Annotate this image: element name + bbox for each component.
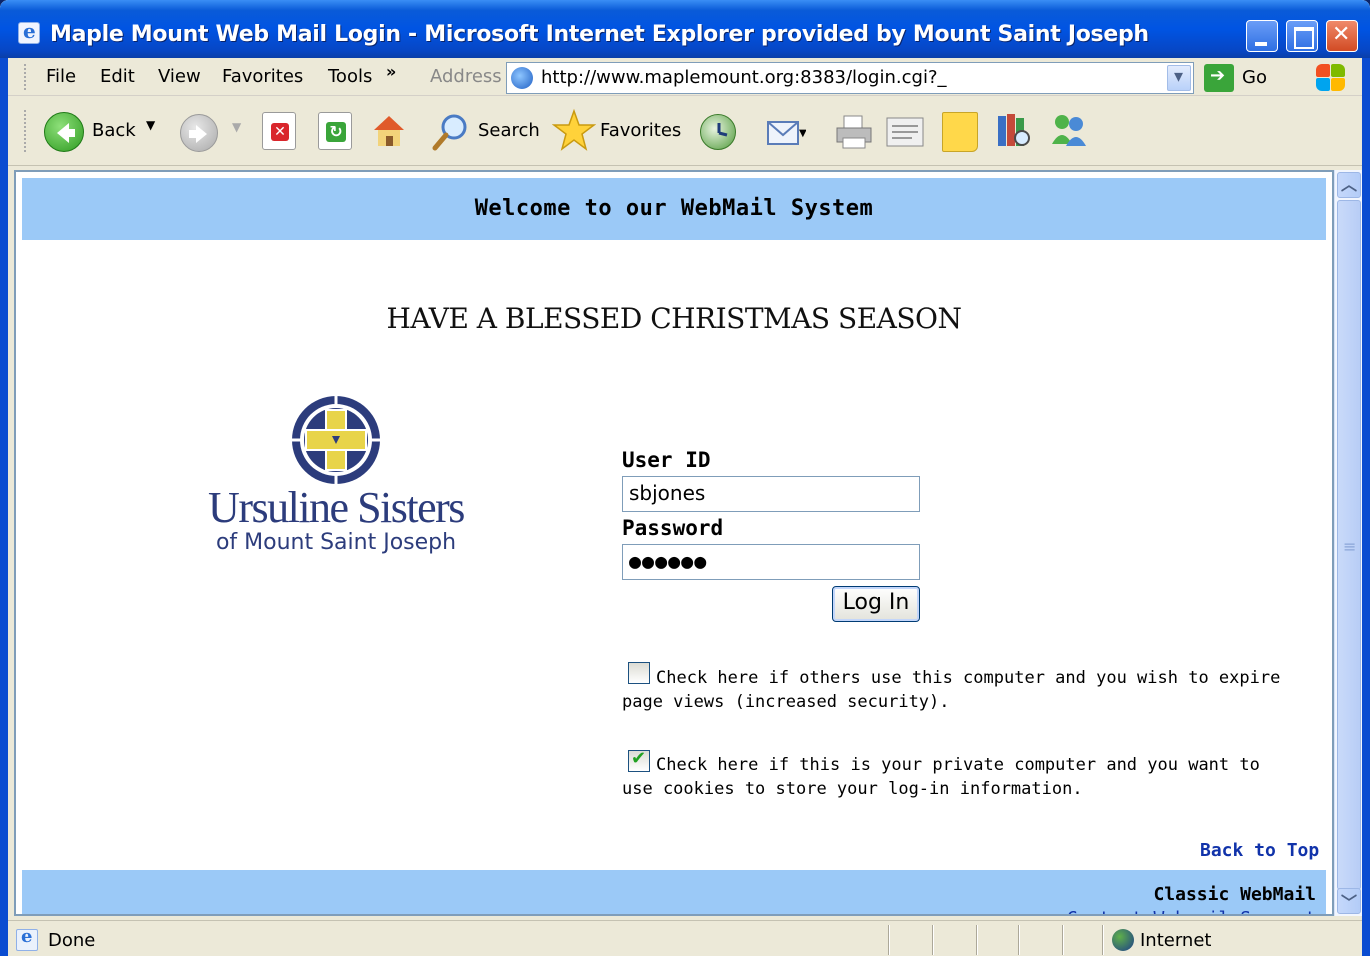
standard-toolbar: Back ▼ ▼ ✕ ↻ Search Favorites ▼ bbox=[0, 96, 1370, 166]
status-divider bbox=[888, 925, 890, 955]
menu-file[interactable]: File bbox=[46, 66, 76, 87]
home-icon[interactable] bbox=[368, 110, 410, 152]
password-input[interactable]: ●●●●●● bbox=[622, 544, 920, 580]
scroll-up-icon[interactable] bbox=[1337, 171, 1361, 198]
status-bar: Done Internet bbox=[8, 920, 1362, 956]
menu-view[interactable]: View bbox=[158, 66, 201, 87]
print-icon[interactable] bbox=[834, 112, 874, 152]
back-dropdown-icon[interactable]: ▼ bbox=[146, 118, 155, 132]
ursuline-logo: Ursuline Sisters of Mount Saint Joseph bbox=[176, 394, 496, 564]
menu-tools[interactable]: Tools bbox=[328, 66, 372, 87]
password-label: Password bbox=[622, 516, 724, 540]
vertical-scrollbar[interactable] bbox=[1334, 170, 1362, 916]
cross-emblem-icon bbox=[292, 396, 380, 484]
logo-subtitle: of Mount Saint Joseph bbox=[215, 530, 457, 555]
discuss-icon[interactable] bbox=[942, 112, 978, 152]
window-frame-right bbox=[1362, 58, 1370, 956]
page-viewport[interactable]: Welcome to our WebMail System HAVE A BLE… bbox=[14, 170, 1334, 916]
status-divider bbox=[932, 925, 934, 955]
menu-edit[interactable]: Edit bbox=[100, 66, 135, 87]
ie-icon bbox=[18, 19, 40, 44]
window-frame-left bbox=[0, 58, 8, 956]
address-bar[interactable]: http://www.maplemount.org:8383/login.cgi… bbox=[506, 62, 1194, 94]
svg-text:▼: ▼ bbox=[799, 128, 806, 139]
log-in-button[interactable]: Log In bbox=[832, 586, 920, 622]
page-icon bbox=[511, 67, 533, 89]
contact-support-link[interactable]: Contact Webmail Support bbox=[1067, 908, 1316, 914]
scroll-thumb[interactable] bbox=[1337, 200, 1361, 890]
favorites-button-label[interactable]: Favorites bbox=[600, 120, 681, 141]
back-button-label[interactable]: Back bbox=[92, 120, 136, 141]
mail-icon[interactable]: ▼ bbox=[766, 114, 807, 150]
menubar-grip[interactable] bbox=[24, 64, 28, 90]
history-icon[interactable] bbox=[700, 114, 736, 150]
logo-name: Ursuline Sisters bbox=[208, 483, 465, 532]
season-message: HAVE A BLESSED CHRISTMAS SEASON bbox=[386, 302, 963, 335]
forward-dropdown-icon: ▼ bbox=[232, 120, 242, 134]
internet-globe-icon bbox=[1112, 929, 1134, 951]
status-divider bbox=[1018, 925, 1020, 955]
windows-logo-icon bbox=[1314, 62, 1346, 92]
user-id-label: User ID bbox=[622, 448, 711, 472]
search-icon[interactable] bbox=[430, 110, 472, 154]
status-divider bbox=[1102, 925, 1104, 955]
security-zone-text: Internet bbox=[1140, 930, 1212, 951]
welcome-band: Welcome to our WebMail System bbox=[22, 178, 1326, 240]
maximize-button[interactable] bbox=[1286, 20, 1318, 52]
close-button[interactable] bbox=[1326, 20, 1358, 52]
address-dropdown-icon[interactable] bbox=[1167, 65, 1191, 91]
back-icon[interactable] bbox=[44, 112, 84, 152]
messenger-icon[interactable] bbox=[1048, 110, 1090, 152]
status-divider bbox=[1062, 925, 1064, 955]
toolbar-grip[interactable] bbox=[24, 110, 28, 152]
remember-login-text: Check here if this is your private compu… bbox=[622, 755, 1260, 799]
menu-overflow-chevron[interactable]: » bbox=[386, 62, 396, 81]
expire-pages-text: Check here if others use this computer a… bbox=[622, 668, 1281, 712]
menu-favorites[interactable]: Favorites bbox=[222, 66, 303, 87]
status-divider bbox=[976, 925, 978, 955]
welcome-heading: Welcome to our WebMail System bbox=[474, 196, 874, 221]
search-button-label[interactable]: Search bbox=[478, 120, 540, 141]
status-text: Done bbox=[48, 930, 96, 951]
browser-window: Maple Mount Web Mail Login - Microsoft I… bbox=[0, 0, 1370, 956]
window-title: Maple Mount Web Mail Login - Microsoft I… bbox=[50, 22, 1149, 47]
go-arrow-icon[interactable] bbox=[1204, 64, 1234, 92]
favorites-icon[interactable] bbox=[551, 108, 597, 152]
address-input[interactable]: http://www.maplemount.org:8383/login.cgi… bbox=[541, 67, 947, 88]
minimize-button[interactable] bbox=[1246, 20, 1278, 52]
refresh-icon[interactable]: ↻ bbox=[318, 112, 352, 150]
back-to-top-link[interactable]: Back to Top bbox=[1200, 840, 1319, 861]
address-label: Address bbox=[430, 66, 502, 87]
stop-icon[interactable]: ✕ bbox=[262, 112, 296, 150]
research-icon[interactable] bbox=[994, 110, 1034, 152]
scroll-down-icon[interactable] bbox=[1337, 888, 1361, 914]
title-bar[interactable]: Maple Mount Web Mail Login - Microsoft I… bbox=[0, 0, 1370, 58]
classic-webmail-label: Classic WebMail bbox=[1153, 884, 1316, 905]
forward-icon[interactable] bbox=[180, 114, 218, 152]
footer-band: Classic WebMail Contact Webmail Support bbox=[22, 870, 1326, 914]
page-status-icon bbox=[16, 926, 38, 951]
go-button[interactable]: Go bbox=[1242, 67, 1267, 88]
user-id-input[interactable]: sbjones bbox=[622, 476, 920, 512]
edit-icon[interactable] bbox=[884, 114, 926, 150]
